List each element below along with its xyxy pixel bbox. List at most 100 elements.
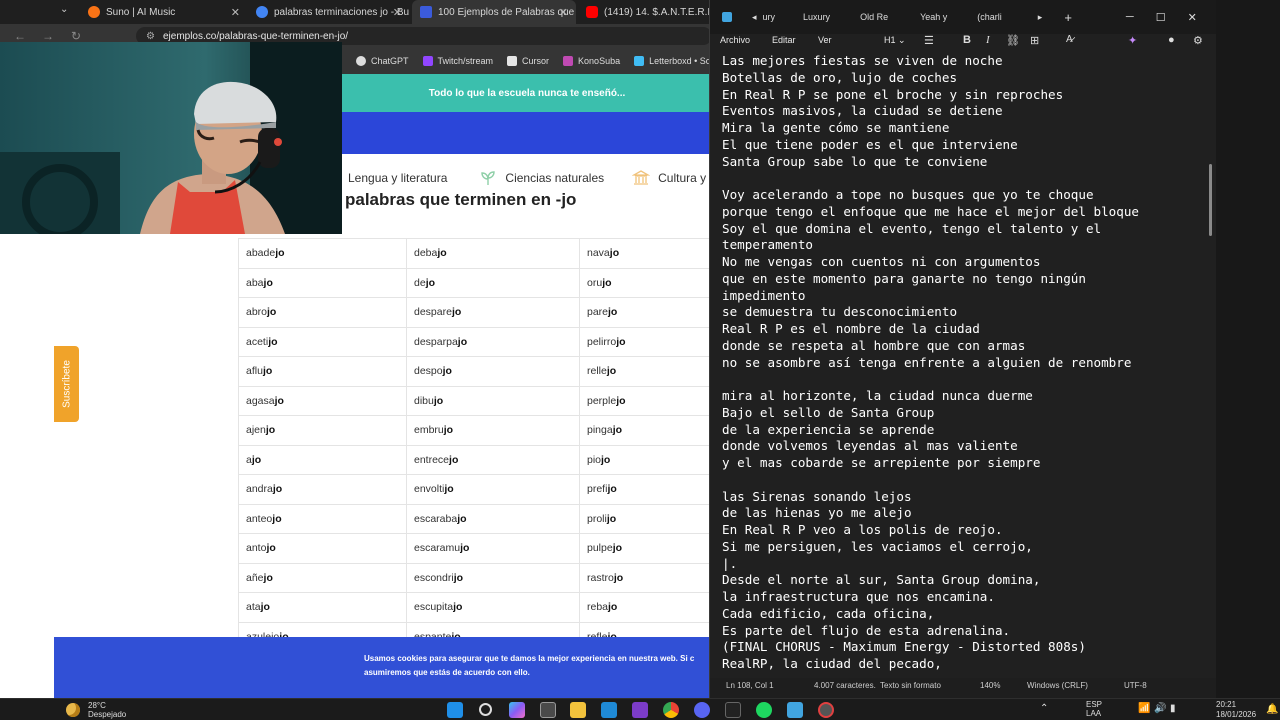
bookmark-konosuba[interactable]: KonoSuba [563,56,620,66]
word-prefix: oru [587,276,603,289]
line-ending[interactable]: Windows (CRLF) [1027,681,1088,690]
browser-tab-suno[interactable]: Suno | AI Music ✕ [80,0,248,24]
subscribe-button[interactable]: Suscríbete [54,346,79,422]
notepad-tab-charli[interactable]: (charli [977,12,1002,22]
heading-select[interactable]: H1 ⌄ [884,35,906,46]
word-suffix: jo [274,394,284,407]
menu-ver[interactable]: Ver [818,35,832,45]
maximize-icon[interactable]: ☐ [1156,11,1166,24]
back-arrow-icon[interactable]: ← [12,29,28,43]
word-prefix: abro [246,306,268,319]
menu-archivo[interactable]: Archivo [720,35,750,45]
menu-editar[interactable]: Editar [772,35,796,45]
word-suffix: jo [272,483,283,496]
close-tab-icon[interactable]: ✕ [559,6,568,19]
word-cell: prefijo [579,474,712,505]
category-ciencias[interactable]: Ciencias naturales [453,170,604,186]
new-tab-plus-icon[interactable]: + [1064,10,1072,25]
word-suffix: jo [612,542,623,555]
settings-gear-icon[interactable]: ⚙ [1193,34,1203,47]
bookmark-cursor[interactable]: Cursor [507,56,549,66]
zoom-level[interactable]: 140% [980,681,1000,690]
copilot-icon[interactable] [509,702,525,718]
word-prefix: despo [414,365,443,378]
chrome-icon[interactable] [663,702,679,718]
table-row: anteojo escarabajo prolijo [238,503,712,534]
browser-tab-youtube[interactable]: (1419) 14. $.A.N.T.E.R.I.A Ft. Z [578,0,712,24]
notepad-scrollbar[interactable] [1209,164,1212,236]
notepad-tab-ury[interactable]: ury [763,12,776,22]
table-row: atajo escupitajo rebajo [238,592,712,623]
notepad-tab-oldre[interactable]: Old Re [860,12,888,22]
reload-icon[interactable]: ↻ [68,29,84,43]
minimize-icon[interactable]: ─ [1126,11,1134,23]
weather-widget[interactable]: 28°C Despejado [66,699,126,720]
word-cell: aflujo [238,356,407,387]
close-window-icon[interactable]: ✕ [1188,11,1197,24]
desktop-edge [1216,0,1280,698]
bookmark-chatgpt[interactable]: ChatGPT [356,56,409,66]
task-view-icon[interactable] [540,702,556,718]
capcut-icon[interactable] [725,702,741,718]
text-line: no se asombre así tenga enfrente a algui… [722,354,1132,370]
search-icon[interactable] [479,703,492,716]
tab-list-chevron-icon[interactable]: ⌄ [60,4,68,15]
link-icon[interactable]: ⛓ [1006,34,1020,47]
account-icon[interactable]: ● [1168,34,1175,46]
close-tab-icon[interactable]: ✕ [231,6,240,19]
browser-tab-ejemplos[interactable]: 100 Ejemplos de Palabras que T ✕ [412,0,576,24]
discord-icon[interactable] [694,702,710,718]
site-info-icon[interactable]: ⚙ [146,31,155,42]
text-line: las Sirenas sonando lejos [722,488,912,504]
visual-studio-icon[interactable] [632,702,648,718]
browser-tab-google[interactable]: palabras terminaciones jo - Bu ✕ [248,0,410,24]
category-cultura[interactable]: Cultura y s [610,170,712,186]
category-lengua[interactable]: Lengua y literatura [348,171,447,185]
tray-chevron-up-icon[interactable]: ⌃ [1040,703,1048,714]
bookmark-twitch[interactable]: Twitch/stream [422,56,493,66]
wifi-icon[interactable]: 📶 [1138,703,1150,714]
word-suffix: jo [262,365,273,378]
clear-format-icon[interactable]: A̷ [1066,34,1073,45]
notepad-tab-luxury[interactable]: Luxury [803,12,830,22]
notepad-taskbar-icon[interactable] [787,702,803,718]
heading-select-value: H1 [884,35,896,45]
bold-icon[interactable]: B [963,34,971,46]
forward-arrow-icon[interactable]: → [40,29,56,43]
file-explorer-icon[interactable] [570,702,586,718]
word-suffix: jo [453,601,463,614]
word-suffix: jo [425,276,436,289]
moon-icon [66,703,80,717]
encoding[interactable]: UTF-8 [1124,681,1147,690]
tab-title: Suno | AI Music [106,6,176,18]
notepad-tab-yeahy[interactable]: Yeah y [920,12,947,22]
word-prefix: ata [246,601,261,614]
windows-start-icon[interactable] [447,702,463,718]
notepad-text-area[interactable]: Las mejores fiestas se viven de noche Bot… [722,53,1207,673]
spotify-icon[interactable] [756,702,772,718]
list-icon[interactable]: ☰ [924,34,934,47]
tab-scroll-right-icon[interactable]: ▸ [1038,12,1043,23]
bookmark-letterboxd[interactable]: Letterboxd • Social [634,56,712,66]
tab-title: 100 Ejemplos de Palabras que T [438,6,576,18]
volume-icon[interactable]: 🔊 [1154,703,1166,714]
word-cell: dibujo [406,385,580,416]
format-label[interactable]: Texto sin formato [880,681,941,690]
word-suffix: jo [275,247,285,260]
obs-icon[interactable] [818,702,834,718]
table-icon[interactable]: ⊞ [1030,34,1039,47]
notifications-bell-icon[interactable]: 🔔 [1266,704,1278,715]
webcam-image [0,42,342,234]
word-prefix: escaramu [414,542,461,555]
italic-icon[interactable]: I [986,34,990,46]
copilot-icon[interactable]: ✦ [1128,34,1137,47]
tab-scroll-left-icon[interactable]: ◂ [752,12,757,23]
close-tab-icon[interactable]: ✕ [393,6,402,19]
vscode-icon[interactable] [601,702,617,718]
promo-banner[interactable]: Todo lo que la escuela nunca te enseñó..… [342,74,712,112]
bookmark-label: ChatGPT [371,56,409,66]
word-cell: perplejo [579,385,712,416]
word-cell: añejo [238,562,407,593]
table-row: añejo escondrijo rastrojo [238,562,712,593]
battery-icon[interactable]: ▮ [1170,703,1176,714]
